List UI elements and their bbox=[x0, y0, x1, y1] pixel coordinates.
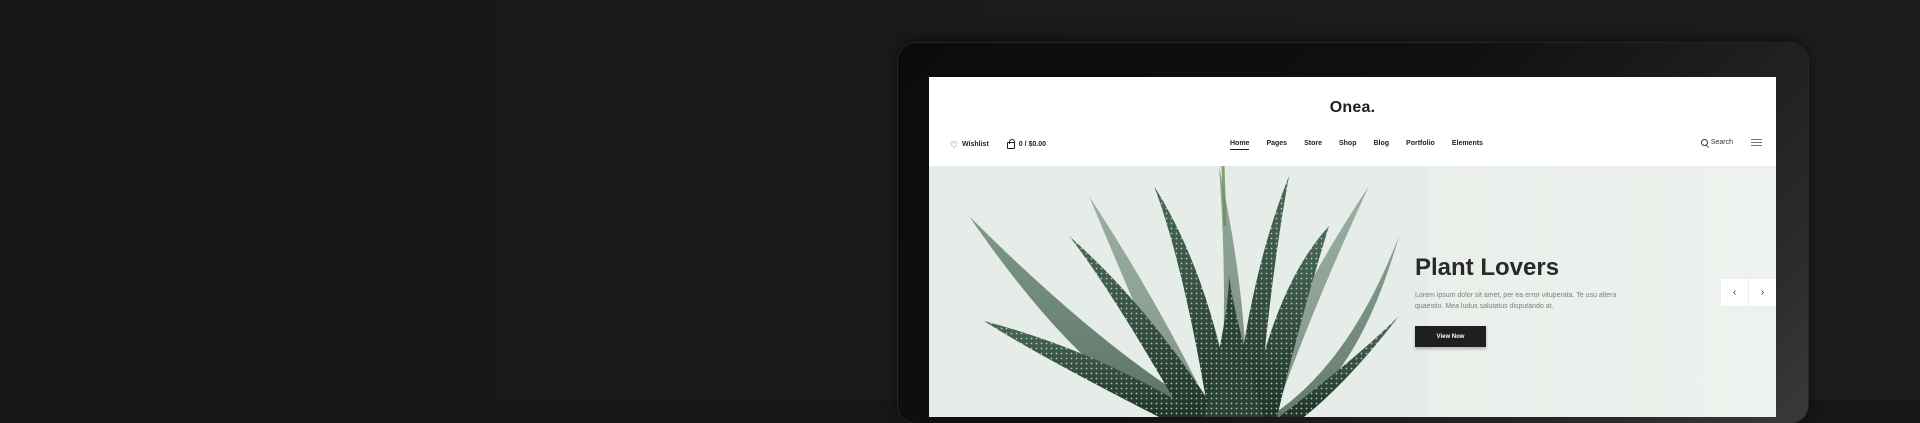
cart-label: 0 / $0.00 bbox=[1018, 141, 1047, 148]
shopping-bag-icon bbox=[1006, 139, 1015, 149]
search-button[interactable]: Search bbox=[1700, 139, 1733, 146]
header-right: Search bbox=[1700, 139, 1762, 146]
nav-item-shop[interactable]: Shop bbox=[1339, 140, 1357, 147]
aloe-plant-image bbox=[929, 166, 1429, 417]
slider-prev-button[interactable]: ‹ bbox=[1721, 279, 1748, 306]
website-screen: Onea. ♡ Wishlist 0 / $0.00 Home Pages St… bbox=[929, 77, 1776, 417]
slider-next-button[interactable]: › bbox=[1748, 279, 1776, 306]
hero-title: Plant Lovers bbox=[1415, 254, 1560, 281]
nav-item-store[interactable]: Store bbox=[1304, 140, 1322, 147]
chevron-right-icon: › bbox=[1760, 287, 1765, 298]
hero-slider: Plant Lovers Lorem ipsum dolor sit amet,… bbox=[929, 166, 1776, 417]
view-now-button[interactable]: View Now bbox=[1415, 326, 1486, 347]
hamburger-menu-icon[interactable] bbox=[1751, 139, 1762, 146]
cart-link[interactable]: 0 / $0.00 bbox=[1006, 139, 1047, 149]
hero-description: Lorem ipsum dolor sit amet, per ea error… bbox=[1415, 292, 1617, 310]
wishlist-link[interactable]: ♡ Wishlist bbox=[950, 139, 989, 150]
nav-item-elements[interactable]: Elements bbox=[1452, 140, 1483, 147]
search-icon bbox=[1700, 139, 1708, 146]
nav-item-home[interactable]: Home bbox=[1230, 140, 1250, 150]
hero-content: Plant Lovers Lorem ipsum dolor sit amet,… bbox=[1415, 254, 1635, 347]
header-nav-row: ♡ Wishlist 0 / $0.00 Home Pages Store Sh… bbox=[929, 136, 1776, 156]
chevron-left-icon: ‹ bbox=[1732, 287, 1737, 298]
heart-icon: ♡ bbox=[950, 139, 959, 150]
nav-item-portfolio[interactable]: Portfolio bbox=[1406, 140, 1435, 147]
monitor-frame: Onea. ♡ Wishlist 0 / $0.00 Home Pages St… bbox=[898, 43, 1808, 423]
search-label: Search bbox=[1710, 139, 1733, 146]
nav-item-pages[interactable]: Pages bbox=[1266, 140, 1287, 147]
wishlist-label: Wishlist bbox=[962, 141, 989, 148]
nav-item-blog[interactable]: Blog bbox=[1373, 140, 1389, 147]
site-logo[interactable]: Onea. bbox=[929, 99, 1776, 117]
slider-navigation: ‹ › bbox=[1721, 279, 1776, 306]
main-nav: Home Pages Store Shop Blog Portfolio Ele… bbox=[1230, 140, 1483, 150]
header-left: ♡ Wishlist 0 / $0.00 bbox=[950, 139, 1047, 150]
